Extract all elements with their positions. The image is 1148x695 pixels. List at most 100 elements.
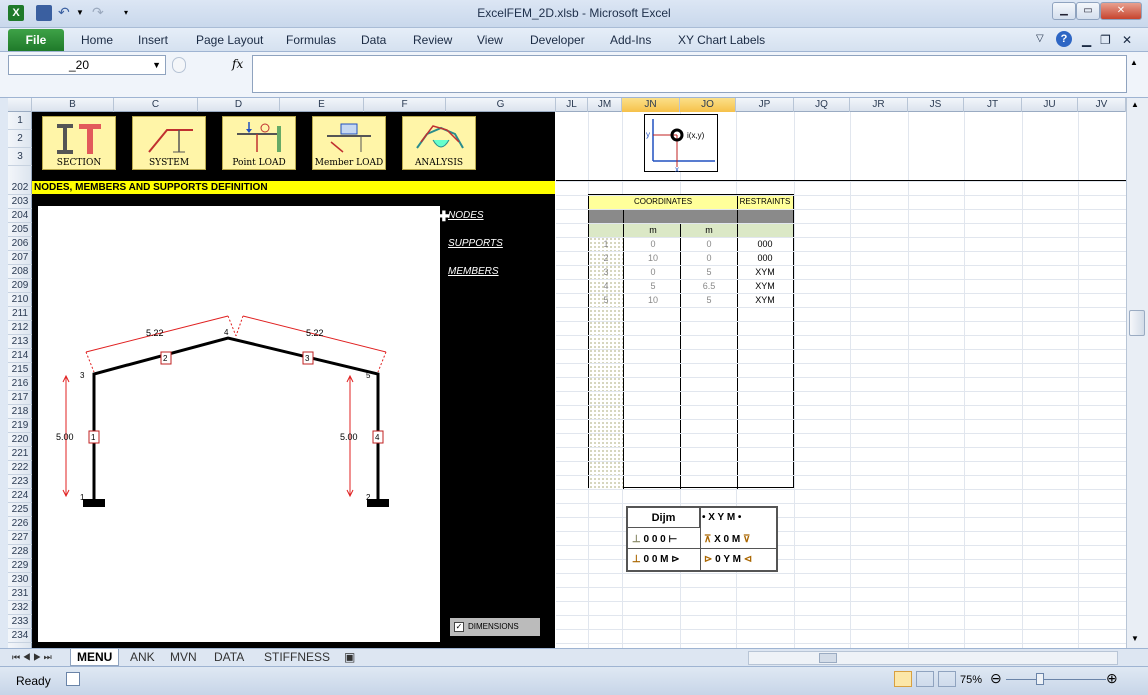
first-sheet-icon[interactable]: ⏮ ◀ ▶ ⏭ (6, 649, 58, 666)
row-header[interactable]: 208 (8, 265, 32, 279)
sheet-tab-data[interactable]: DATA (208, 649, 250, 666)
col-header[interactable]: JU (1022, 98, 1078, 112)
tab-xy-chart-labels[interactable]: XY Chart Labels (678, 33, 765, 47)
row-header[interactable]: 229 (8, 559, 32, 573)
zoom-level[interactable]: 75% (960, 674, 982, 686)
member-load-button[interactable]: Member LOAD (312, 116, 386, 170)
table-cell-y[interactable]: 6.5 (681, 281, 737, 291)
col-header[interactable]: JS (908, 98, 964, 112)
table-cell-x[interactable]: 10 (625, 253, 681, 263)
col-header[interactable]: JM (588, 98, 622, 112)
col-header[interactable]: C (114, 98, 198, 112)
row-header[interactable]: 224 (8, 489, 32, 503)
row-header[interactable]: 206 (8, 237, 32, 251)
row-header[interactable]: 212 (8, 321, 32, 335)
page-layout-view-icon[interactable] (916, 671, 934, 687)
table-cell-x[interactable]: 10 (625, 295, 681, 305)
maximize-button[interactable]: ▭ (1076, 2, 1100, 20)
tab-developer[interactable]: Developer (530, 33, 585, 47)
table-cell-n[interactable]: 5 (589, 295, 623, 305)
expand-formula-icon[interactable]: ▲ (1130, 58, 1138, 67)
zoom-out-icon[interactable]: ⊖ (990, 670, 1002, 687)
checkbox-icon[interactable]: ✓ (454, 622, 464, 632)
section-button[interactable]: SECTION (42, 116, 116, 170)
col-header[interactable]: JP (736, 98, 794, 112)
row-header[interactable]: 231 (8, 587, 32, 601)
col-header[interactable]: F (364, 98, 446, 112)
minimize-button[interactable]: ▁ (1052, 2, 1076, 20)
row-header[interactable]: 210 (8, 293, 32, 307)
workbook-restore-icon[interactable]: ❐ (1100, 33, 1111, 47)
row-header[interactable]: 209 (8, 279, 32, 293)
table-cell-x[interactable]: 5 (625, 281, 681, 291)
col-header[interactable]: G (446, 98, 556, 112)
col-header[interactable]: JO (680, 98, 736, 112)
vertical-scrollbar[interactable]: ▲ ▼ (1126, 98, 1148, 648)
sheet-tab-stiffness[interactable]: STIFFNESS (258, 649, 336, 666)
name-box[interactable]: _20 ▼ (8, 55, 166, 75)
row-header[interactable]: 1 (8, 112, 32, 130)
row-header[interactable]: 214 (8, 349, 32, 363)
zoom-slider[interactable] (1006, 679, 1106, 680)
sheet-tab-menu[interactable]: MENU (70, 649, 120, 666)
tab-home[interactable]: Home (81, 33, 113, 47)
system-button[interactable]: SYSTEM (132, 116, 206, 170)
row-header[interactable]: 226 (8, 517, 32, 531)
help-icon[interactable]: ? (1056, 31, 1072, 47)
row-header[interactable]: 228 (8, 545, 32, 559)
members-link[interactable]: MEMBERS (448, 266, 499, 277)
table-cell-x[interactable]: 0 (625, 239, 681, 249)
col-header[interactable]: JV (1078, 98, 1126, 112)
col-header[interactable]: B (32, 98, 114, 112)
tab-page-layout[interactable]: Page Layout (196, 33, 263, 47)
zoom-slider-thumb[interactable] (1036, 673, 1044, 685)
scroll-down-icon[interactable]: ▼ (1131, 634, 1139, 643)
row-header[interactable]: 218 (8, 405, 32, 419)
row-header[interactable]: 217 (8, 391, 32, 405)
tab-insert[interactable]: Insert (138, 33, 168, 47)
row-header[interactable]: 233 (8, 615, 32, 629)
page-break-view-icon[interactable] (938, 671, 956, 687)
row-header[interactable]: 225 (8, 503, 32, 517)
h-scroll-thumb[interactable] (819, 653, 837, 663)
row-header[interactable]: 204 (8, 209, 32, 223)
row-header[interactable]: 230 (8, 573, 32, 587)
tab-formulas[interactable]: Formulas (286, 33, 336, 47)
row-header[interactable]: 2 (8, 130, 32, 148)
sheet-tab-ank[interactable]: ANK (124, 649, 161, 666)
row-header[interactable]: 203 (8, 195, 32, 209)
analysis-button[interactable]: ANALYSIS (402, 116, 476, 170)
row-header[interactable]: 213 (8, 335, 32, 349)
row-header[interactable]: 221 (8, 447, 32, 461)
select-all-corner[interactable] (8, 98, 32, 112)
formula-resize-handle[interactable] (172, 57, 186, 73)
row-header[interactable]: 3 (8, 148, 32, 166)
worksheet-grid[interactable]: B C D E F G JL JM JN JO JP JQ JR JS JT J… (8, 98, 1126, 648)
table-cell-y[interactable]: 5 (681, 267, 737, 277)
row-header[interactable]: 219 (8, 419, 32, 433)
macro-record-icon[interactable] (66, 672, 80, 686)
col-header[interactable]: E (280, 98, 364, 112)
row-header[interactable]: 220 (8, 433, 32, 447)
row-header[interactable]: 205 (8, 223, 32, 237)
tab-review[interactable]: Review (413, 33, 452, 47)
horizontal-scrollbar[interactable] (748, 651, 1118, 665)
normal-view-icon[interactable] (894, 671, 912, 687)
col-header[interactable]: JN (622, 98, 680, 112)
insert-function-icon[interactable]: fx (232, 57, 243, 71)
new-sheet-icon[interactable]: ▣ (338, 649, 361, 666)
chevron-down-icon[interactable]: ▼ (152, 56, 161, 74)
tab-file[interactable]: File (8, 29, 64, 51)
table-cell-y[interactable]: 5 (681, 295, 737, 305)
table-cell-r[interactable]: 000 (737, 239, 793, 249)
table-cell-n[interactable]: 3 (589, 267, 623, 277)
scroll-thumb[interactable] (1129, 310, 1145, 336)
row-header[interactable]: 215 (8, 363, 32, 377)
supports-link[interactable]: SUPPORTS (448, 238, 503, 249)
table-cell-r[interactable]: XYM (737, 295, 793, 305)
minimize-ribbon-icon[interactable]: ▽ (1036, 33, 1044, 44)
row-header[interactable]: 227 (8, 531, 32, 545)
table-cell-y[interactable]: 0 (681, 253, 737, 263)
nodes-link[interactable]: NODES (448, 210, 484, 221)
close-button[interactable]: ✕ (1100, 2, 1142, 20)
